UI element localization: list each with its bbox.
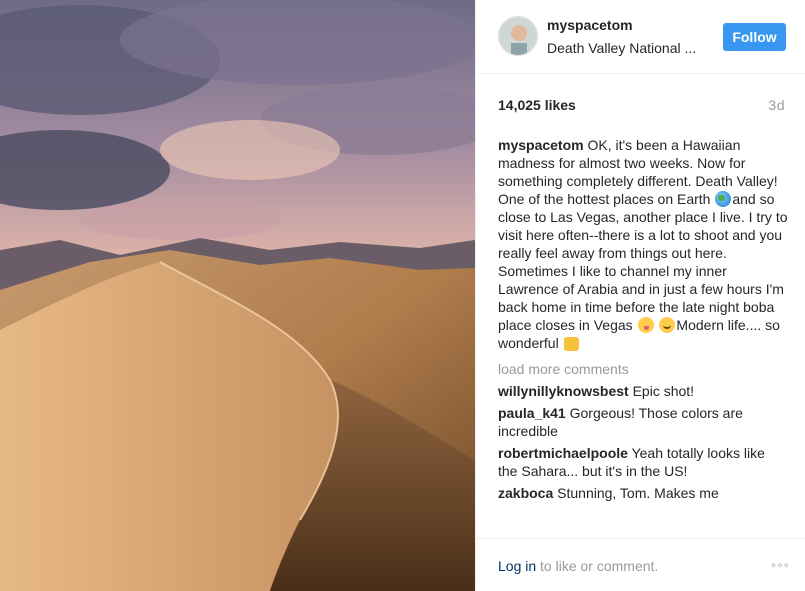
comment-username[interactable]: paula_k41 [498, 405, 566, 421]
post-footer: Log in to like or comment. ◦◦◦ [476, 538, 805, 591]
caption-username[interactable]: myspacetom [498, 137, 584, 153]
login-link[interactable]: Log in [498, 558, 536, 574]
comment-username[interactable]: zakboca [498, 485, 553, 501]
login-prompt: Log in to like or comment. [498, 558, 658, 574]
comments-viewport: myspacetom OK, it's been a Hawaiian madn… [476, 0, 805, 531]
comment-item: paula_k41 Gorgeous! Those colors are inc… [498, 404, 788, 440]
comments-list: myspacetom OK, it's been a Hawaiian madn… [498, 136, 788, 506]
smile-face-icon [659, 317, 676, 333]
comment-item: willynillyknowsbest Epic shot! [498, 382, 788, 400]
comment-text: Stunning, Tom. Makes me [557, 485, 719, 501]
ellipsis-icon[interactable]: ◦◦◦ [771, 557, 790, 574]
yum-face-icon [637, 317, 654, 333]
comment-item: robertmichaelpoole Yeah totally looks li… [498, 444, 788, 480]
post-sidebar: myspacetom Death Valley National ... Fol… [475, 0, 805, 591]
load-more-comments-link[interactable]: load more comments [498, 360, 788, 378]
globe-icon [715, 191, 732, 207]
comment-username[interactable]: robertmichaelpoole [498, 445, 628, 461]
comment-item: zakboca Stunning, Tom. Makes me [498, 484, 788, 502]
comment-username[interactable]: willynillyknowsbest [498, 383, 629, 399]
thumbs-up-icon [563, 337, 579, 351]
caption-text-2: and so close to Las Vegas, another place… [498, 191, 788, 333]
desert-dunes-image [0, 0, 475, 591]
post-photo[interactable] [0, 0, 475, 591]
comment-text: Epic shot! [632, 383, 695, 399]
post-modal: myspacetom Death Valley National ... Fol… [0, 0, 805, 591]
caption: myspacetom OK, it's been a Hawaiian madn… [498, 136, 788, 352]
login-suffix: to like or comment. [536, 558, 659, 574]
